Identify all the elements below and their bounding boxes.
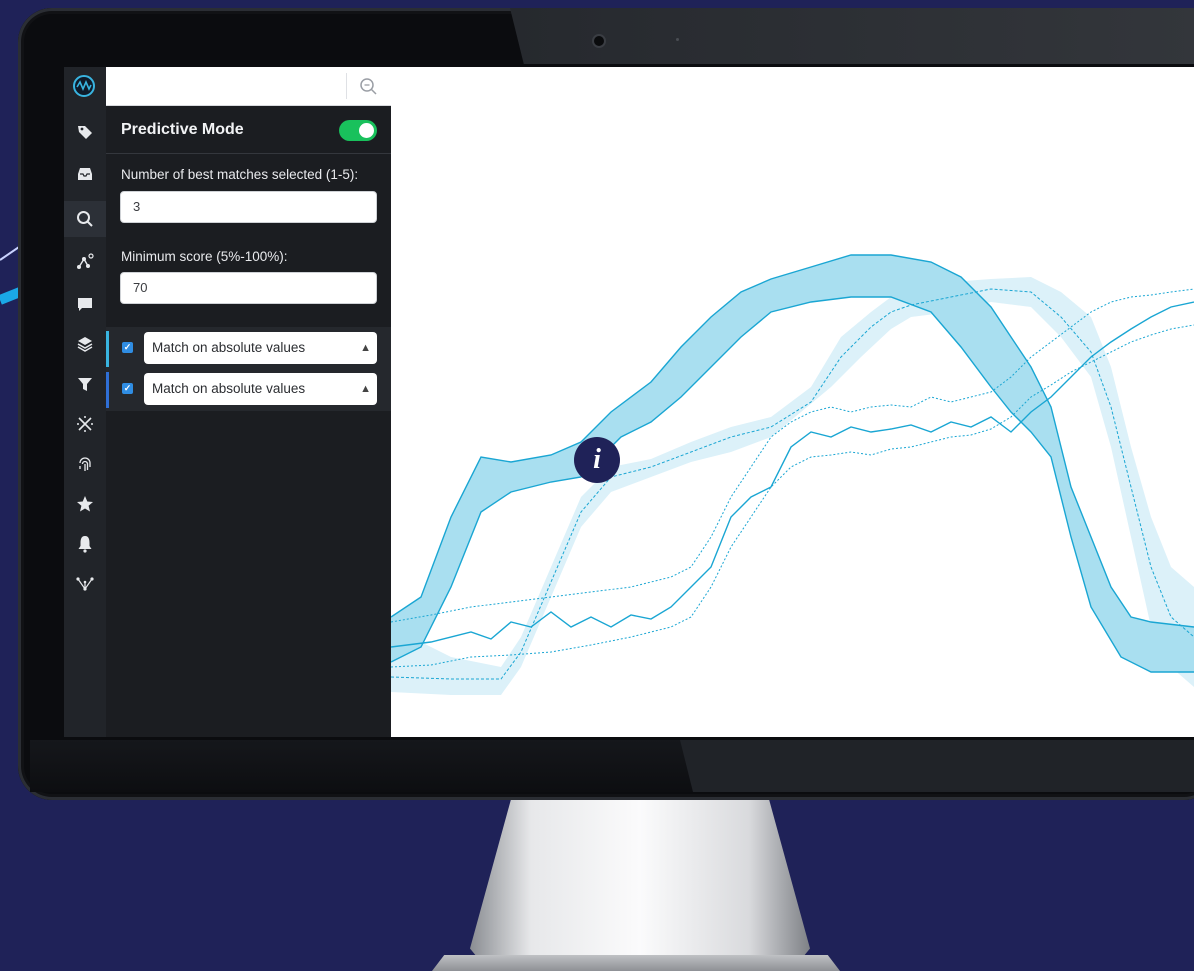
row-accent [106,372,109,408]
match-option-label: Match on absolute values [152,381,306,396]
bezel-glare [510,8,1194,64]
layers-icon[interactable] [64,329,106,359]
best-matches-input[interactable]: 3 [120,191,377,223]
match-option-checkbox[interactable]: ✓ [122,342,133,353]
comment-icon[interactable] [64,289,106,319]
match-option-select[interactable]: Match on absolute values ▲ [144,332,377,364]
graph-nodes-icon[interactable] [64,247,106,277]
search-input[interactable] [106,67,346,105]
logo-icon[interactable] [73,75,95,97]
monitor-stand [470,800,810,965]
webcam [592,34,606,48]
predictive-mode-toggle[interactable] [339,120,377,141]
select-arrows-icon: ▲ [360,383,371,395]
search-bar [106,67,391,106]
search-divider [346,73,347,99]
star-icon[interactable] [64,489,106,519]
time-series-chart[interactable] [391,67,1194,737]
info-badge[interactable]: i [574,437,620,483]
predictive-mode-label: Predictive Mode [121,121,244,138]
fingerprint-icon[interactable] [64,449,106,479]
chin-glare [680,740,1194,792]
divider [106,153,391,154]
min-score-input[interactable]: 70 [120,272,377,304]
select-arrows-icon: ▲ [360,342,371,354]
best-matches-label: Number of best matches selected (1-5): [121,167,359,182]
icon-sidebar [64,67,106,737]
bell-icon[interactable] [64,529,106,559]
predictive-mode-row: Predictive Mode [106,115,391,147]
match-options: ✓ Match on absolute values ▲ ✓ Match on … [106,327,391,411]
cross-arrows-icon[interactable] [64,409,106,439]
light-sensor [676,38,679,41]
match-option-select[interactable]: Match on absolute values ▲ [144,373,377,405]
match-option-row: ✓ Match on absolute values ▲ [106,370,391,408]
tag-icon[interactable] [64,117,106,147]
inbox-icon[interactable] [64,159,106,189]
min-score-label: Minimum score (5%-100%): [121,249,288,264]
match-option-label: Match on absolute values [152,340,306,355]
monitor-stand-base [432,955,840,971]
app-screen: Predictive Mode Number of best matches s… [64,67,1194,737]
zoom-search-icon[interactable] [358,76,380,98]
toggle-knob [359,123,374,138]
network-icon[interactable] [64,569,106,599]
settings-panel: Predictive Mode Number of best matches s… [106,67,391,737]
search-icon[interactable] [64,204,106,234]
filter-icon[interactable] [64,369,106,399]
row-accent [106,331,109,367]
match-option-row: ✓ Match on absolute values ▲ [106,329,391,367]
match-option-checkbox[interactable]: ✓ [122,383,133,394]
